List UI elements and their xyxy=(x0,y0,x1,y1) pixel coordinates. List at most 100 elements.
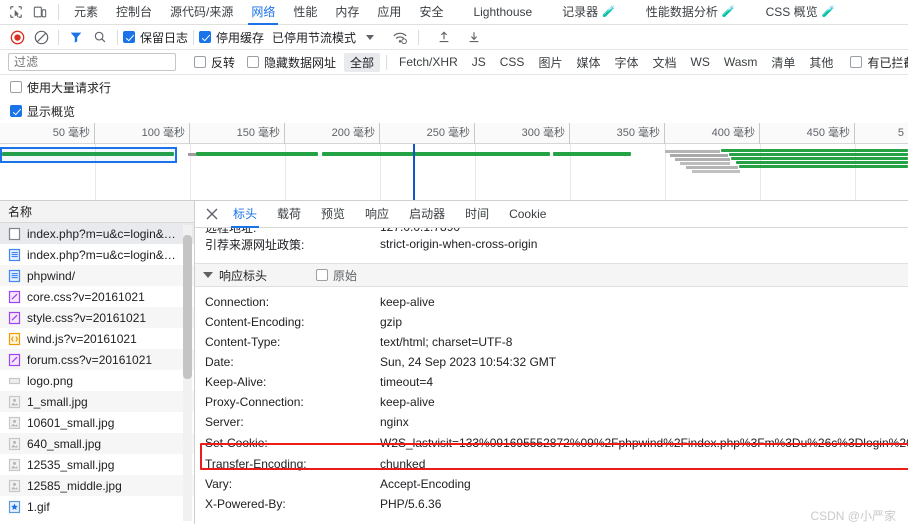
request-row-12[interactable]: 12585_middle.jpg xyxy=(0,475,194,496)
tab-security[interactable]: 安全 xyxy=(410,0,452,25)
throttle-select[interactable]: 已停用节流模式 xyxy=(272,29,356,46)
chevron-down-icon[interactable] xyxy=(203,272,213,278)
checkbox-box xyxy=(194,56,206,68)
tab-elements[interactable]: 元素 xyxy=(65,0,107,25)
header-value: 127.0.0.1:7890 xyxy=(380,228,460,234)
detail-tab-payload[interactable]: 载荷 xyxy=(267,201,311,228)
tab-lighthouse[interactable]: Lighthouse xyxy=(464,0,541,25)
disable-cache-checkbox[interactable]: 停用缓存 xyxy=(199,29,264,46)
search-icon[interactable] xyxy=(88,26,112,48)
tab-recorder[interactable]: 记录器 🧪 xyxy=(553,0,625,25)
chevron-down-icon[interactable] xyxy=(366,34,375,40)
header-row-content-type: Content-Type: text/html; charset=UTF-8 xyxy=(195,332,908,352)
request-row-3[interactable]: core.css?v=20161021 xyxy=(0,286,194,307)
request-list: 名称 index.php?m=u&c=login&… index.php?m=u… xyxy=(0,201,195,524)
request-row-8[interactable]: 1_small.jpg xyxy=(0,391,194,412)
request-row-6[interactable]: forum.css?v=20161021 xyxy=(0,349,194,370)
experiment-flask-icon: 🧪 xyxy=(721,5,736,18)
overview-selection-window[interactable] xyxy=(0,147,177,163)
tab-label: 内存 xyxy=(335,4,360,19)
detail-tab-headers[interactable]: 标头 xyxy=(223,201,267,228)
filter-type-wasm[interactable]: Wasm xyxy=(718,54,764,70)
filter-type-manifest[interactable]: 清单 xyxy=(765,53,801,72)
tab-performance[interactable]: 性能 xyxy=(284,0,326,25)
big-request-rows-row: 使用大量请求行 xyxy=(0,75,908,99)
preserve-log-checkbox[interactable]: 保留日志 xyxy=(123,29,188,46)
request-name: core.css?v=20161021 xyxy=(27,289,145,304)
header-value: timeout=4 xyxy=(380,375,434,389)
filter-type-js[interactable]: JS xyxy=(466,54,492,70)
filter-input[interactable] xyxy=(8,53,176,71)
tab-performance-insights[interactable]: 性能数据分析 🧪 xyxy=(637,0,745,25)
tab-sources[interactable]: 源代码/来源 xyxy=(161,0,242,25)
devtools-tab-bar: 元素 控制台 源代码/来源 网络 性能 内存 应用 安全 Lighthouse … xyxy=(0,0,908,25)
clear-button[interactable] xyxy=(29,26,53,48)
request-row-5[interactable]: wind.js?v=20161021 xyxy=(0,328,194,349)
filter-type-doc[interactable]: 文档 xyxy=(646,53,682,72)
filter-type-img[interactable]: 图片 xyxy=(532,53,568,72)
import-har-icon[interactable] xyxy=(432,26,456,48)
detail-tab-initiator[interactable]: 启动器 xyxy=(399,201,455,228)
request-row-13[interactable]: 1.gif xyxy=(0,496,194,517)
checkbox-box xyxy=(850,56,863,68)
filter-type-ws[interactable]: WS xyxy=(685,54,716,70)
close-icon[interactable] xyxy=(201,203,223,225)
big-request-rows-checkbox[interactable]: 使用大量请求行 xyxy=(10,79,111,96)
scrollbar-thumb[interactable] xyxy=(183,235,192,379)
filter-type-all[interactable]: 全部 xyxy=(344,52,381,72)
request-row-9[interactable]: 10601_small.jpg xyxy=(0,412,194,433)
request-row-7[interactable]: logo.png xyxy=(0,370,194,391)
hide-data-urls-checkbox[interactable]: 隐藏数据网址 xyxy=(247,54,336,71)
response-headers-section[interactable]: 响应标头 原始 xyxy=(195,263,908,287)
header-value: strict-origin-when-cross-origin xyxy=(380,237,538,251)
filter-type-font[interactable]: 字体 xyxy=(608,53,644,72)
request-row-10[interactable]: 640_small.jpg xyxy=(0,433,194,454)
header-row-set-cookie: Set-Cookie: W2S_lastvisit=133%0916955528… xyxy=(195,432,908,454)
tab-label: 记录器 xyxy=(562,4,599,19)
request-row-0[interactable]: index.php?m=u&c=login&… xyxy=(0,223,194,244)
request-row-1[interactable]: index.php?m=u&c=login&… xyxy=(0,244,194,265)
toolbar-divider xyxy=(58,29,59,45)
tab-application[interactable]: 应用 xyxy=(368,0,410,25)
tab-network[interactable]: 网络 xyxy=(242,0,284,25)
filter-type-media[interactable]: 媒体 xyxy=(570,53,606,72)
checkbox-box xyxy=(316,269,329,281)
filter-icon[interactable] xyxy=(64,26,88,48)
device-toggle-icon[interactable] xyxy=(28,1,52,23)
tab-label: 安全 xyxy=(419,4,444,19)
request-list-header-name[interactable]: 名称 xyxy=(0,201,194,223)
inspect-icon[interactable] xyxy=(4,1,28,23)
blocked-cookies-checkbox[interactable]: 有已拦截的 Cookie xyxy=(850,54,908,71)
devtools-window: 元素 控制台 源代码/来源 网络 性能 内存 应用 安全 Lighthouse … xyxy=(0,0,908,532)
header-row-referrer-policy: 引荐来源网址政策: strict-origin-when-cross-origi… xyxy=(195,234,908,254)
tab-css-overview[interactable]: CSS 概览 🧪 xyxy=(757,0,845,25)
network-overview[interactable]: 50 毫秒 100 毫秒 150 毫秒 200 毫秒 250 毫秒 300 毫秒… xyxy=(0,123,908,201)
record-button[interactable] xyxy=(5,26,29,48)
export-har-icon[interactable] xyxy=(462,26,486,48)
filter-type-fetch-xhr[interactable]: Fetch/XHR xyxy=(393,54,464,70)
overview-bars[interactable] xyxy=(0,144,908,200)
request-list-scrollbar[interactable] xyxy=(183,225,192,521)
network-conditions-icon[interactable] xyxy=(388,26,412,48)
header-key: 远程地址: xyxy=(205,228,380,234)
request-row-11[interactable]: 12535_small.jpg xyxy=(0,454,194,475)
detail-tab-preview[interactable]: 预览 xyxy=(311,201,355,228)
invert-checkbox[interactable]: 反转 xyxy=(194,54,235,71)
header-value: gzip xyxy=(380,315,403,329)
show-overview-checkbox[interactable]: 显示概览 xyxy=(10,103,75,120)
tab-memory[interactable]: 内存 xyxy=(326,0,368,25)
document-outline-icon xyxy=(8,227,21,241)
raw-toggle-checkbox[interactable]: 原始 xyxy=(316,267,357,284)
image-icon xyxy=(8,437,21,451)
filter-type-other[interactable]: 其他 xyxy=(803,53,839,72)
detail-tab-cookies[interactable]: Cookie xyxy=(499,201,556,228)
detail-tab-response[interactable]: 响应 xyxy=(355,201,399,228)
filter-type-css[interactable]: CSS xyxy=(494,54,531,70)
detail-tab-timing[interactable]: 时间 xyxy=(455,201,499,228)
header-key: Server: xyxy=(205,415,244,429)
request-row-2[interactable]: phpwind/ xyxy=(0,265,194,286)
header-row-transfer-encoding: Transfer-Encoding: chunked xyxy=(195,454,908,474)
request-row-4[interactable]: style.css?v=20161021 xyxy=(0,307,194,328)
request-name: style.css?v=20161021 xyxy=(27,310,147,325)
tab-console[interactable]: 控制台 xyxy=(107,0,161,25)
